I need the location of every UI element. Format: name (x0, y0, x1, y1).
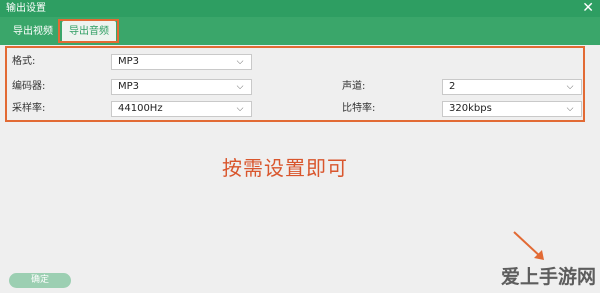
sample-rate-label: 采样率: (12, 103, 46, 114)
title-bar: 输出设置 ✕ (0, 0, 600, 17)
window-title: 输出设置 (6, 3, 46, 14)
chevron-down-icon: ⌵ (236, 82, 244, 92)
sample-rate-select[interactable]: 44100Hz ⌵ (111, 101, 252, 117)
annotation-text: 按需设置即可 (222, 156, 348, 180)
format-select[interactable]: MP3 ⌵ (111, 54, 252, 70)
watermark: 爱上手游网 (500, 266, 596, 288)
format-value: MP3 (118, 56, 140, 67)
confirm-button[interactable]: 确定 (9, 273, 71, 288)
bitrate-value: 320kbps (449, 103, 492, 114)
encoder-label: 编码器: (12, 81, 46, 92)
sample-rate-value: 44100Hz (118, 103, 163, 114)
chevron-down-icon: ⌵ (236, 104, 244, 114)
chevron-down-icon: ⌵ (566, 104, 574, 114)
format-label: 格式: (12, 56, 36, 67)
chevron-down-icon: ⌵ (566, 82, 574, 92)
chevron-down-icon: ⌵ (236, 57, 244, 67)
bitrate-label: 比特率: (342, 103, 376, 114)
channels-select[interactable]: 2 ⌵ (442, 79, 582, 95)
tab-export-video[interactable]: 导出视频 (8, 21, 58, 43)
tab-highlight-box (58, 19, 119, 43)
bitrate-select[interactable]: 320kbps ⌵ (442, 101, 582, 117)
encoder-select[interactable]: MP3 ⌵ (111, 79, 252, 95)
encoder-value: MP3 (118, 81, 140, 92)
close-icon[interactable]: ✕ (582, 0, 594, 16)
channels-label: 声道: (342, 81, 366, 92)
channels-value: 2 (449, 81, 456, 92)
